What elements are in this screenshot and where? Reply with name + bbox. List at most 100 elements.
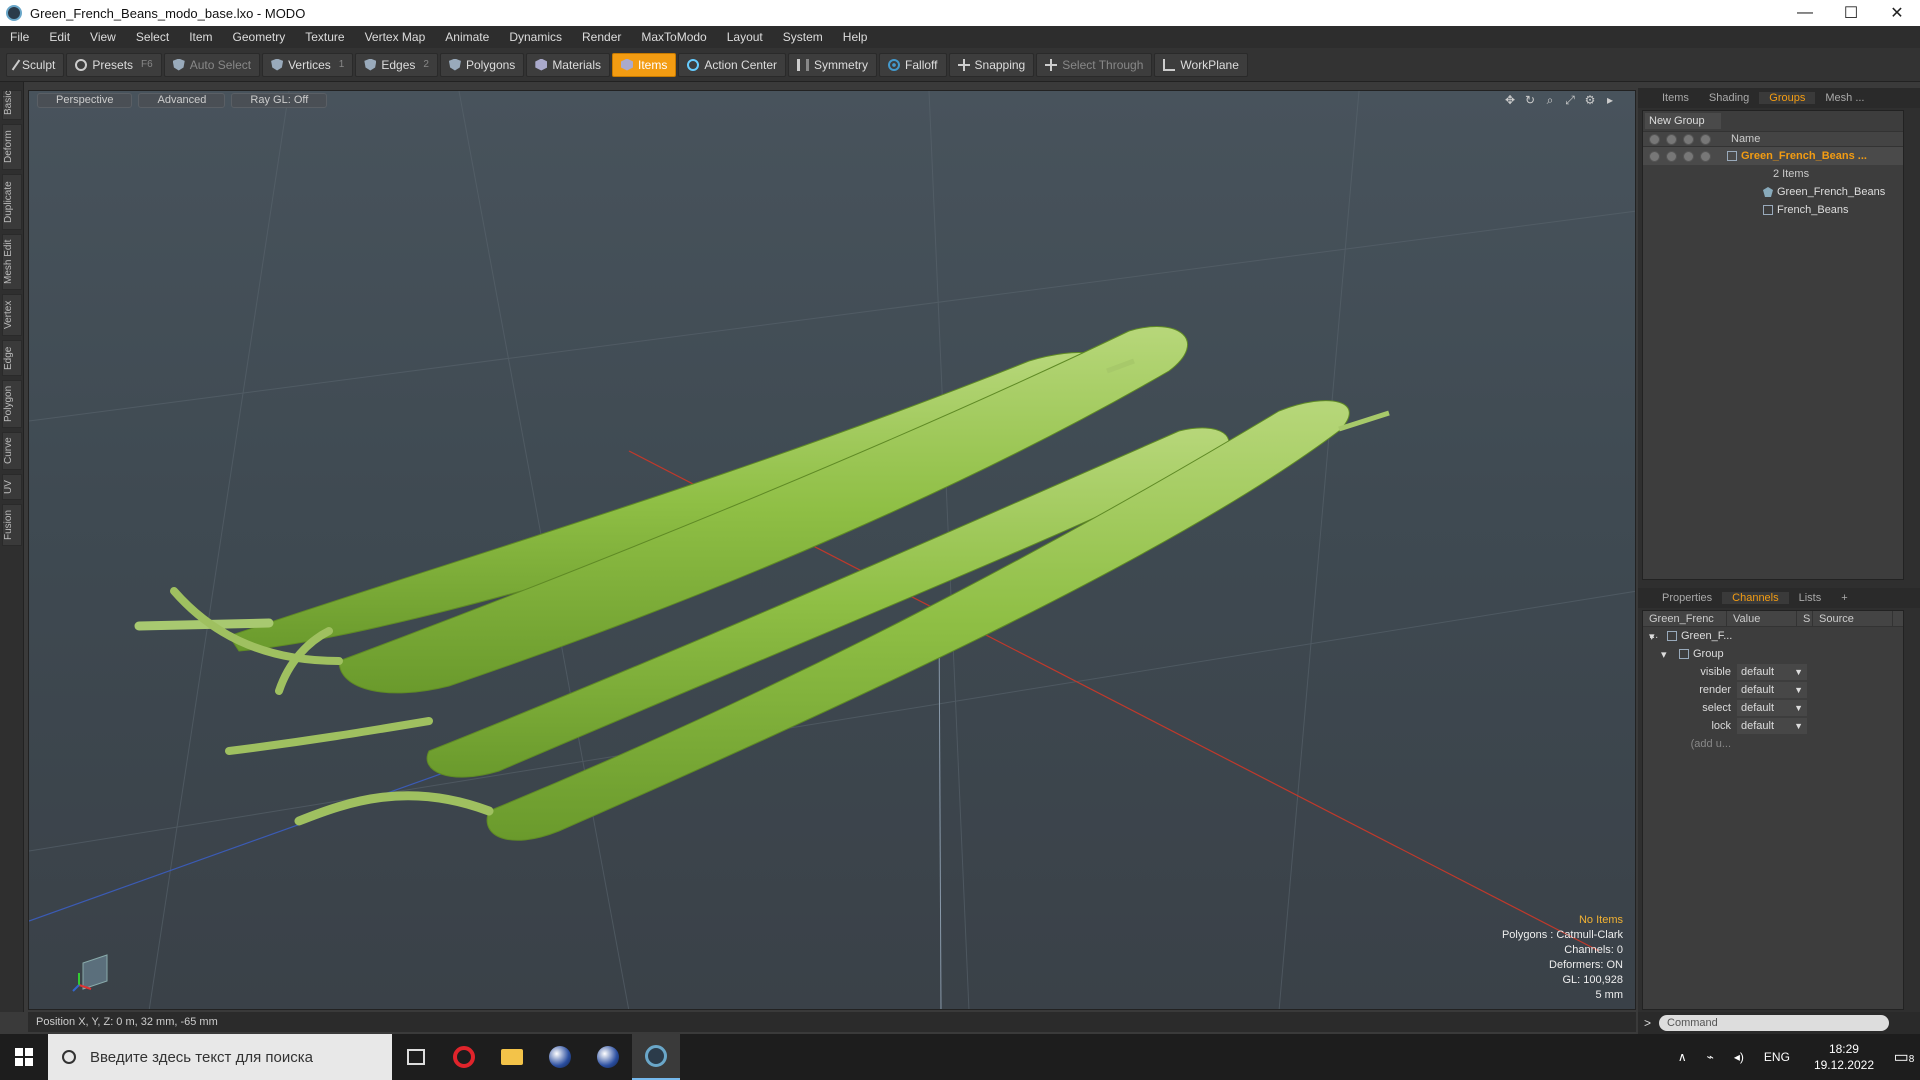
list-item[interactable]: Green_French_Beans [1643,183,1903,201]
menu-vertex-map[interactable]: Vertex Map [355,30,436,44]
render-icon[interactable] [1666,133,1677,145]
add-tab-button[interactable]: + [1831,592,1857,604]
menu-help[interactable]: Help [833,30,878,44]
tab-fusion[interactable]: Fusion [2,504,22,546]
channel-row[interactable]: select default ▼ [1643,699,1903,717]
modo-taskbar-button[interactable] [632,1034,680,1080]
app-button-2[interactable] [584,1034,632,1080]
menu-item[interactable]: Item [179,30,222,44]
channel-name: lock [1711,720,1731,732]
maximize-viewport-icon[interactable]: ⤢ [1563,93,1577,107]
advanced-tab[interactable]: Advanced [138,92,226,108]
tab-uv[interactable]: UV [2,474,22,500]
menu-animate[interactable]: Animate [435,30,499,44]
tray-chevron-icon[interactable]: ∧ [1668,1050,1697,1064]
tab-properties[interactable]: Properties [1652,592,1722,604]
workplane-button[interactable]: WorkPlane [1154,52,1248,77]
task-view-button[interactable] [392,1034,440,1080]
menu-layout[interactable]: Layout [717,30,773,44]
new-group-button[interactable]: New Group [1645,113,1721,129]
select-through-button[interactable]: Select Through [1036,52,1153,77]
clock[interactable]: 18:29 19.12.2022 [1800,1041,1888,1073]
eye-icon[interactable] [1649,133,1660,145]
tab-deform[interactable]: Deform [2,124,22,170]
list-item[interactable]: French_Beans [1643,201,1903,219]
sculpt-button[interactable]: Sculpt [6,52,65,77]
edges-button[interactable]: Edges 2 [355,52,438,77]
tab-groups[interactable]: Groups [1759,92,1816,104]
minimize-button[interactable]: — [1782,0,1828,26]
presets-button[interactable]: Presets F6 [66,52,162,77]
settings-icon[interactable]: ⚙ [1583,93,1597,107]
channel-root-row[interactable]: ▾ Green_F... [1643,627,1903,645]
maximize-button[interactable]: ☐ [1828,0,1874,26]
lock-icon[interactable] [1683,133,1694,145]
network-icon[interactable]: ⌁ [1697,1050,1724,1064]
ray-gl-tab[interactable]: Ray GL: Off [231,92,328,108]
zoom-icon[interactable]: ⌕ [1543,93,1557,107]
menu-system[interactable]: System [773,30,833,44]
volume-icon[interactable]: ◂) [1724,1050,1754,1064]
tab-polygon[interactable]: Polygon [2,380,22,428]
taskbar-search-input[interactable]: Введите здесь текст для поиска [48,1034,392,1080]
snapping-button[interactable]: Snapping [948,52,1035,77]
start-button[interactable] [0,1034,48,1080]
tab-mesh[interactable]: Mesh ... [1815,92,1874,104]
menu-dynamics[interactable]: Dynamics [499,30,572,44]
perspective-tab[interactable]: Perspective [37,92,133,108]
expand-arrow-icon[interactable]: ▸ [1603,93,1617,107]
channel-value-dropdown[interactable]: default ▼ [1737,682,1807,698]
menu-texture[interactable]: Texture [295,30,354,44]
tab-duplicate[interactable]: Duplicate [2,174,22,230]
select-icon[interactable] [1700,133,1711,145]
channel-name: render [1699,684,1731,696]
menu-file[interactable]: File [0,30,39,44]
close-button[interactable]: ✕ [1874,0,1920,26]
falloff-button[interactable]: Falloff [879,52,947,77]
tab-channels[interactable]: Channels [1722,592,1789,604]
channel-row[interactable]: visible default ▼ [1643,663,1903,681]
opera-button[interactable] [440,1034,488,1080]
3d-viewport[interactable]: Perspective Advanced Ray GL: Off ✥ ↻ ⌕ ⤢… [28,90,1636,1010]
beans-model[interactable] [134,326,1390,841]
command-input[interactable]: Command [1659,1015,1890,1031]
menu-geometry[interactable]: Geometry [223,30,296,44]
tab-basic[interactable]: Basic [2,90,22,120]
tab-shading[interactable]: Shading [1699,92,1759,104]
tab-items[interactable]: Items [1652,92,1699,104]
app-button-1[interactable] [536,1034,584,1080]
channel-group-row[interactable]: ▾ Group [1643,645,1903,663]
add-user-channel[interactable]: (add u... [1643,738,1737,750]
expand-arrow-icon[interactable]: ▾ [1649,630,1657,643]
channel-value-dropdown[interactable]: default ▼ [1737,700,1807,716]
menu-maxtomodo[interactable]: MaxToModo [631,30,716,44]
items-button[interactable]: Items [612,52,677,77]
channel-row[interactable]: lock default ▼ [1643,717,1903,735]
action-center-button[interactable]: Action Center [678,52,787,77]
channel-row[interactable]: render default ▼ [1643,681,1903,699]
channel-value-dropdown[interactable]: default ▼ [1737,718,1807,734]
expand-arrow-icon[interactable]: ▾ [1661,648,1669,661]
group-row[interactable]: Green_French_Beans ... [1643,147,1903,165]
channel-value-dropdown[interactable]: default ▼ [1737,664,1807,680]
tab-mesh-edit[interactable]: Mesh Edit [2,234,22,290]
tab-vertex[interactable]: Vertex [2,294,22,336]
tab-lists[interactable]: Lists [1789,592,1832,604]
vertices-button[interactable]: Vertices 1 [262,52,354,77]
tab-curve[interactable]: Curve [2,432,22,470]
materials-button[interactable]: Materials [526,52,610,77]
tab-edge[interactable]: Edge [2,340,22,376]
file-explorer-button[interactable] [488,1034,536,1080]
notifications-button[interactable]: ▭8 [1888,1047,1920,1067]
polygons-button[interactable]: Polygons [439,52,525,77]
menu-select[interactable]: Select [126,30,179,44]
add-channel-row[interactable]: (add u... [1643,735,1903,753]
pan-icon[interactable]: ✥ [1503,93,1517,107]
menu-view[interactable]: View [80,30,126,44]
rotate-icon[interactable]: ↻ [1523,93,1537,107]
menu-render[interactable]: Render [572,30,631,44]
auto-select-button[interactable]: Auto Select [163,52,261,77]
language-indicator[interactable]: ENG [1754,1050,1800,1064]
menu-edit[interactable]: Edit [39,30,80,44]
symmetry-button[interactable]: Symmetry [788,52,878,77]
